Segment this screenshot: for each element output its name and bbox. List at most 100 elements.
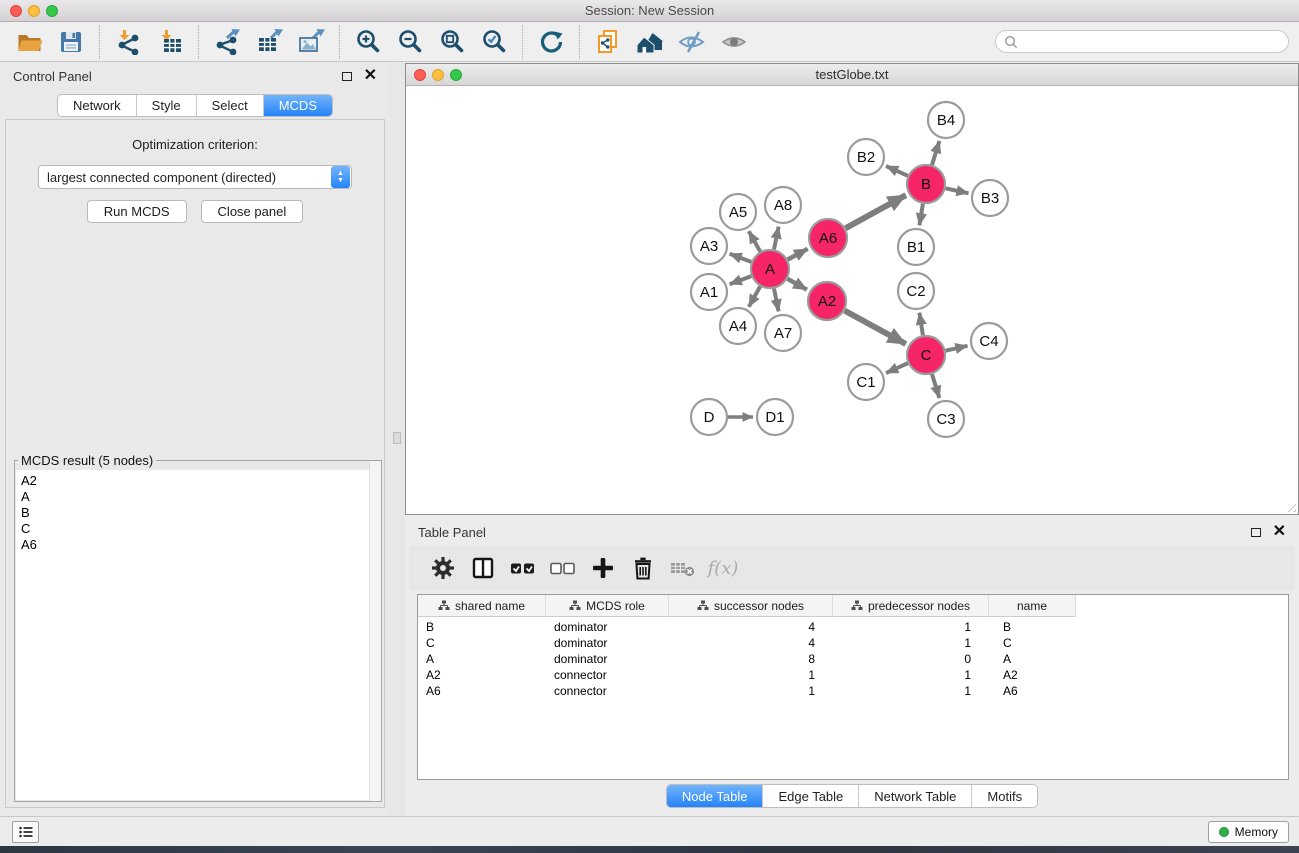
graph-edge-B-B2[interactable]	[886, 166, 908, 176]
table-row[interactable]: Adominator80A	[418, 651, 1288, 667]
mcds-result-item[interactable]: A	[16, 489, 380, 505]
graph-edge-A-A6[interactable]	[788, 249, 808, 260]
float-panel-icon[interactable]	[342, 72, 352, 81]
graph-edge-C-C1[interactable]	[886, 363, 908, 373]
minimize-network-icon[interactable]	[432, 69, 444, 81]
open-file-button[interactable]	[8, 25, 50, 59]
duplicate-network-button[interactable]	[587, 25, 629, 59]
refresh-button[interactable]	[530, 25, 572, 59]
graph-node-C2[interactable]: C2	[898, 273, 934, 309]
graph-edge-B-B4[interactable]	[932, 141, 939, 165]
table-row[interactable]: A2connector11A2	[418, 667, 1288, 683]
mcds-result-item[interactable]: B	[16, 505, 380, 521]
graph-edge-A-A8[interactable]	[774, 227, 779, 250]
close-table-panel-icon[interactable]: ✕	[1273, 526, 1286, 538]
graph-node-A3[interactable]: A3	[691, 228, 727, 264]
graph-edge-A-A5[interactable]	[749, 231, 760, 251]
search-field[interactable]	[995, 30, 1289, 53]
graph-node-C1[interactable]: C1	[848, 364, 884, 400]
zoom-window-icon[interactable]	[46, 5, 58, 17]
mcds-result-item[interactable]: A6	[16, 537, 380, 553]
graph-node-B[interactable]: B	[907, 165, 945, 203]
minimize-window-icon[interactable]	[28, 5, 40, 17]
tab-style[interactable]: Style	[136, 95, 196, 116]
graph-edge-A-A7[interactable]	[774, 289, 779, 312]
graph-edge-A-A3[interactable]	[730, 254, 752, 262]
column-header-mcds-role[interactable]: MCDS role	[546, 595, 669, 617]
close-panel-button[interactable]: Close panel	[201, 200, 304, 223]
graph-node-C3[interactable]: C3	[928, 401, 964, 437]
graph-node-A5[interactable]: A5	[720, 194, 756, 230]
graph-node-B2[interactable]: B2	[848, 139, 884, 175]
graph-node-D1[interactable]: D1	[757, 399, 793, 435]
graph-node-B1[interactable]: B1	[898, 229, 934, 265]
tab-select[interactable]: Select	[196, 95, 263, 116]
graph-node-A7[interactable]: A7	[765, 315, 801, 351]
graph-edge-C-C2[interactable]	[919, 313, 923, 336]
criterion-select[interactable]: largest connected component (directed) ▲…	[38, 165, 352, 189]
network-canvas[interactable]: AA1A2A3A4A5A6A7A8BB1B2B3B4CC1C2C3C4DD1	[406, 86, 1298, 514]
search-input[interactable]	[1023, 32, 1288, 51]
column-header-shared-name[interactable]: shared name	[418, 595, 546, 617]
export-network-button[interactable]	[206, 25, 248, 59]
graph-node-A[interactable]: A	[751, 250, 789, 288]
memory-button[interactable]: Memory	[1208, 821, 1289, 843]
graph-edge-A-A2[interactable]	[787, 279, 807, 290]
zoom-in-button[interactable]	[347, 25, 389, 59]
tab-network[interactable]: Network	[58, 95, 136, 116]
graph-edge-A-A4[interactable]	[749, 286, 760, 306]
zoom-out-button[interactable]	[389, 25, 431, 59]
add-column-button[interactable]	[583, 550, 623, 586]
show-all-button[interactable]	[713, 25, 755, 59]
graph-edge-B-B1[interactable]	[919, 204, 923, 226]
graph-node-A4[interactable]: A4	[720, 308, 756, 344]
graph-edge-B-B3[interactable]	[946, 188, 969, 193]
hide-selected-button[interactable]	[671, 25, 713, 59]
mcds-scrollbar[interactable]	[369, 461, 381, 801]
zoom-fit-button[interactable]	[431, 25, 473, 59]
tab-network-table[interactable]: Network Table	[858, 785, 971, 807]
column-header-name[interactable]: name	[989, 595, 1076, 617]
export-image-button[interactable]	[290, 25, 332, 59]
home-button[interactable]	[629, 25, 671, 59]
split-divider[interactable]	[390, 62, 405, 818]
network-svg[interactable]: AA1A2A3A4A5A6A7A8BB1B2B3B4CC1C2C3C4DD1	[406, 86, 1298, 514]
hide-columns-button[interactable]	[543, 550, 583, 586]
network-window-titlebar[interactable]: testGlobe.txt	[406, 64, 1298, 86]
graph-edge-A-A1[interactable]	[730, 276, 752, 284]
graph-edge-A2-C[interactable]	[845, 311, 906, 344]
column-header-successor-nodes[interactable]: successor nodes	[669, 595, 833, 617]
graph-node-A8[interactable]: A8	[765, 187, 801, 223]
zoom-network-icon[interactable]	[450, 69, 462, 81]
graph-node-A2[interactable]: A2	[808, 282, 846, 320]
import-table-button[interactable]	[149, 25, 191, 59]
mcds-result-item[interactable]: C	[16, 521, 380, 537]
save-session-button[interactable]	[50, 25, 92, 59]
close-network-icon[interactable]	[414, 69, 426, 81]
table-row[interactable]: Bdominator41B	[418, 619, 1288, 635]
function-builder-button[interactable]: f(x)	[703, 550, 743, 586]
tab-node-table[interactable]: Node Table	[667, 785, 763, 807]
float-table-panel-icon[interactable]	[1251, 528, 1261, 537]
graph-node-B3[interactable]: B3	[972, 180, 1008, 216]
column-header-predecessor-nodes[interactable]: predecessor nodes	[833, 595, 989, 617]
graph-edge-A6-B[interactable]	[846, 195, 906, 228]
table-settings-button[interactable]	[423, 550, 463, 586]
window-resize-grip[interactable]	[1283, 499, 1297, 513]
graph-node-A1[interactable]: A1	[691, 274, 727, 310]
import-network-button[interactable]	[107, 25, 149, 59]
show-columns-button[interactable]	[503, 550, 543, 586]
graph-node-C[interactable]: C	[907, 336, 945, 374]
delete-column-button[interactable]	[623, 550, 663, 586]
mcds-result-list[interactable]: A2ABCA6	[16, 470, 380, 800]
export-table-button[interactable]	[248, 25, 290, 59]
graph-edge-C-C4[interactable]	[946, 346, 968, 351]
table-row[interactable]: Cdominator41C	[418, 635, 1288, 651]
graph-edge-C-C3[interactable]	[932, 374, 939, 398]
mcds-result-item[interactable]: A2	[16, 473, 380, 489]
close-panel-icon[interactable]: ✕	[364, 70, 377, 82]
graph-node-B4[interactable]: B4	[928, 102, 964, 138]
graph-node-A6[interactable]: A6	[809, 219, 847, 257]
zoom-selected-button[interactable]	[473, 25, 515, 59]
run-mcds-button[interactable]: Run MCDS	[87, 200, 187, 223]
